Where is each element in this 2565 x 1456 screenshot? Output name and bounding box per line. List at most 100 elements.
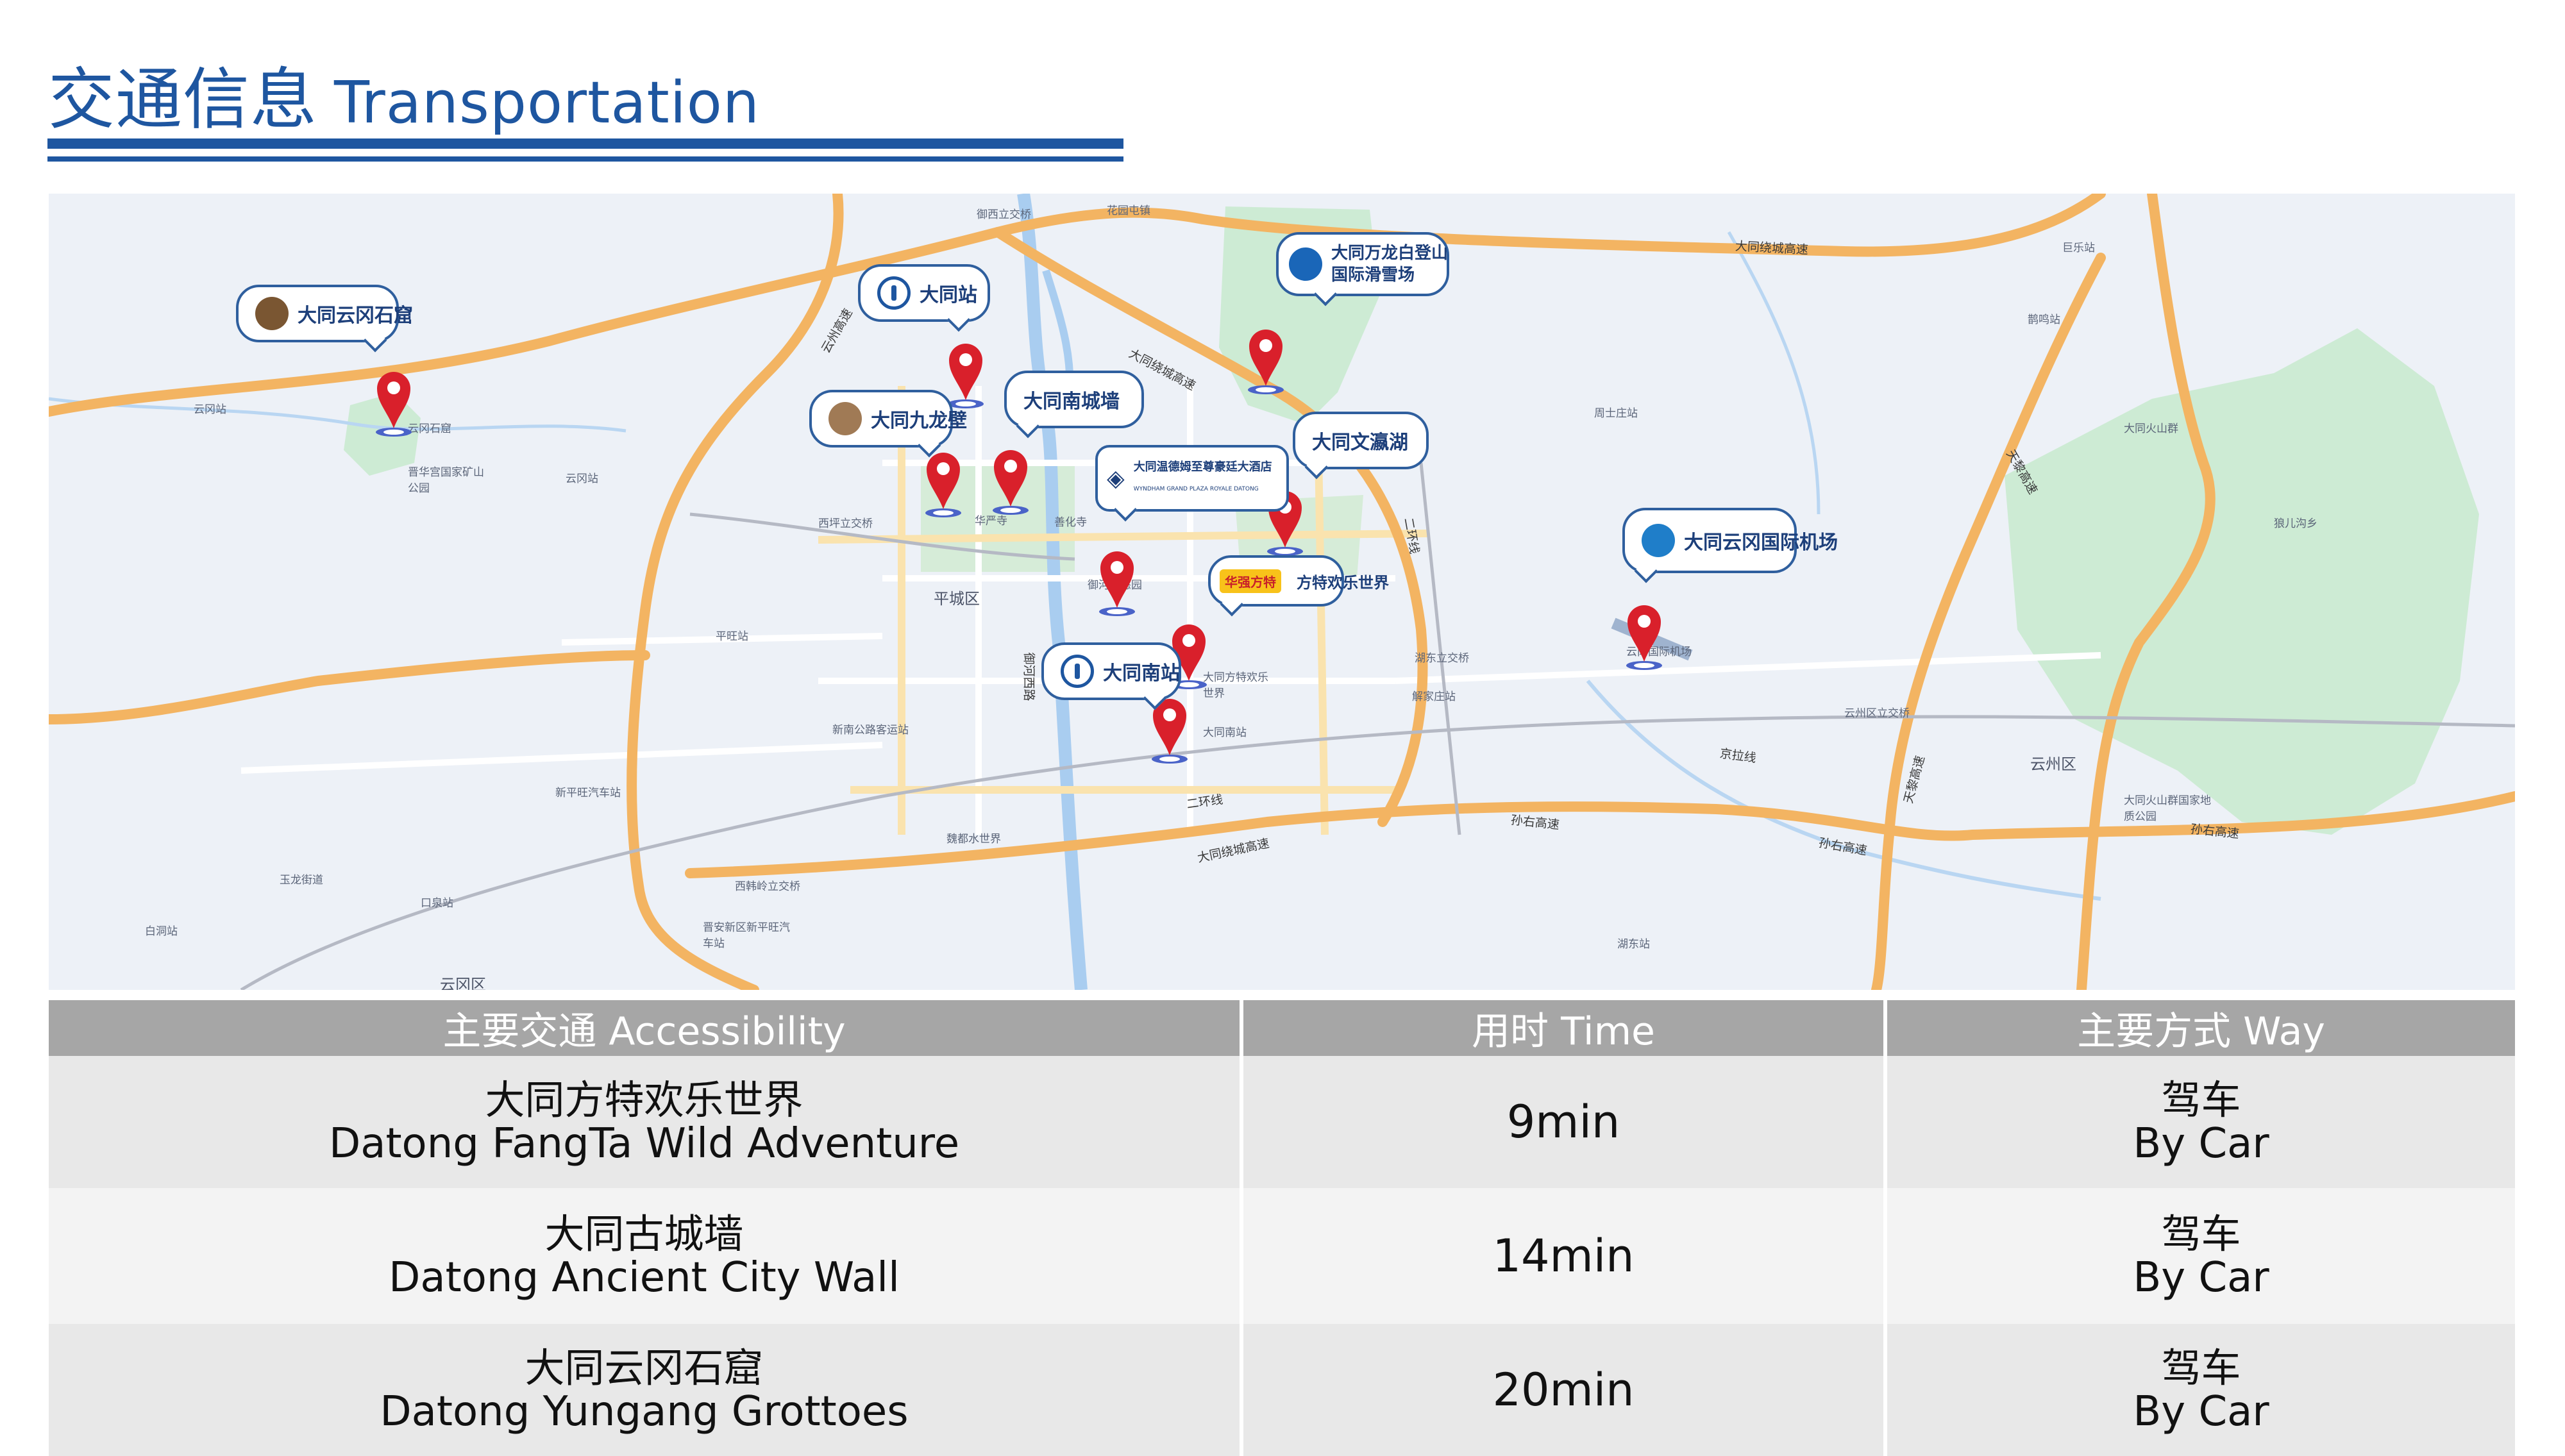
district-label: 云州区: [2030, 755, 2076, 773]
accessibility-table: 主要交通 Accessibility 用时 Time 主要方式 Way 大同方特…: [49, 1000, 2515, 1456]
wall-relief-icon: [828, 402, 862, 435]
place-label: 玉龙街道: [280, 874, 323, 887]
way-en: By Car: [2133, 1254, 2269, 1301]
time-cell: 9min: [1241, 1056, 1887, 1188]
callout-label: 大同南站: [1103, 662, 1180, 685]
map-pin-south-wall[interactable]: [991, 445, 1030, 517]
district-label: 云冈区: [440, 976, 486, 990]
callout-label-line2: WYNDHAM GRAND PLAZA ROYALE DATONG: [1133, 486, 1259, 492]
way-cn: 驾车: [2161, 1076, 2241, 1123]
place-label: 湖东立交桥: [1415, 652, 1469, 665]
district-label: 平城区: [934, 590, 980, 608]
destination-cell: 大同云冈石窟 Datong Yungang Grottoes: [49, 1324, 1243, 1456]
destination-cn: 大同方特欢乐世界: [485, 1076, 803, 1123]
callout-label: 大同文瀛湖: [1312, 431, 1408, 454]
destination-en: Datong Ancient City Wall: [389, 1254, 900, 1301]
callout-south-station[interactable]: 大同南站: [1041, 642, 1181, 710]
title-en: Transportation: [334, 69, 760, 137]
place-label: 云冈石窟: [408, 423, 451, 435]
map-pin-jiulongbi[interactable]: [924, 448, 963, 519]
place-label: 湖东站: [1617, 938, 1650, 951]
destination-cell: 大同古城墙 Datong Ancient City Wall: [49, 1188, 1243, 1324]
callout-label: 大同云冈石窟: [298, 305, 413, 327]
place-label: 白洞站: [145, 925, 178, 938]
callout-wenying-lake[interactable]: 大同文瀛湖: [1293, 412, 1429, 480]
place-label: 晋安新区新平旺汽车站: [703, 921, 790, 950]
way-cell: 驾车 By Car: [1885, 1324, 2515, 1456]
callout-label: 方特欢乐世界: [1297, 573, 1389, 592]
travel-time: 14min: [1492, 1230, 1635, 1282]
table-row: 大同方特欢乐世界 Datong FangTa Wild Adventure 9mi…: [49, 1056, 2515, 1188]
place-label: 大同方特欢乐世界: [1203, 671, 1268, 700]
way-cell: 驾车 By Car: [1885, 1188, 2515, 1324]
callout-airport[interactable]: 大同云冈国际机场: [1622, 508, 1838, 583]
callout-jiulongbi[interactable]: 大同九龙壁: [809, 390, 967, 458]
destination-en: Datong FangTa Wild Adventure: [328, 1120, 960, 1167]
callout-yungang[interactable]: 大同云冈石窟: [236, 285, 413, 353]
callout-south-wall[interactable]: 大同南城墙: [1004, 371, 1144, 439]
callout-label: 大同南城墙: [1023, 390, 1120, 413]
callout-label-line1: 大同万龙白登山: [1331, 244, 1449, 263]
place-label: 鹊鸣站: [2028, 314, 2060, 326]
time-cell: 14min: [1241, 1188, 1887, 1324]
map-pin-yungang[interactable]: [374, 367, 413, 439]
map-pin-airport[interactable]: [1625, 600, 1663, 672]
hotel-logo-icon: ◈: [1107, 465, 1125, 492]
road-label: 御河西路: [1022, 652, 1036, 701]
callout-wanlong-ski[interactable]: 大同万龙白登山 国际滑雪场: [1276, 232, 1449, 306]
table-row: 大同云冈石窟 Datong Yungang Grottoes 20min 驾车 By…: [49, 1324, 2515, 1456]
title-underline-thin: [47, 156, 1123, 162]
place-label: 狼儿沟乡: [2274, 517, 2317, 530]
railway-icon: [1061, 655, 1094, 688]
page-title: 交通信息 Transportation: [48, 45, 760, 142]
destination-cell: 大同方特欢乐世界 Datong FangTa Wild Adventure: [49, 1056, 1243, 1188]
destination-en: Datong Yungang Grottoes: [380, 1388, 909, 1435]
yuhe-river: [1017, 194, 1088, 990]
destination-cn: 大同古城墙: [544, 1210, 744, 1257]
place-label: 云州区立交桥: [1844, 707, 1910, 720]
way-cn: 驾车: [2161, 1210, 2241, 1257]
railway-icon: [877, 276, 911, 310]
place-label: 大同火山群国家地质公园: [2124, 794, 2211, 823]
header-accessibility: 主要交通 Accessibility: [49, 1000, 1243, 1056]
table-header-row: 主要交通 Accessibility 用时 Time 主要方式 Way: [49, 1000, 2515, 1056]
ski-resort-icon: [1289, 247, 1322, 281]
place-label: 晋华宫国家矿山公园: [408, 466, 484, 495]
callout-label: 大同云冈国际机场: [1684, 531, 1838, 554]
place-label: 巨乐站: [2062, 242, 2095, 255]
place-label: 新平旺汽车站: [555, 787, 621, 799]
place-label: 口泉站: [421, 897, 453, 910]
callout-label-line2: 国际滑雪场: [1331, 265, 1415, 285]
callout-datong-station[interactable]: 大同站: [858, 264, 990, 332]
callout-label: 大同九龙壁: [871, 410, 967, 432]
airport-logo-icon: [1642, 524, 1675, 557]
travel-time: 20min: [1492, 1364, 1635, 1416]
place-label: 大同南站: [1203, 726, 1247, 739]
place-label: 花园屯镇: [1107, 205, 1150, 217]
destination-cn: 大同云冈石窟: [525, 1344, 764, 1391]
place-label: 御西立交桥: [977, 208, 1031, 221]
place-label: 魏都水世界: [946, 833, 1001, 846]
place-label: 云冈站: [566, 473, 598, 485]
header-time: 用时 Time: [1241, 1000, 1887, 1056]
way-en: By Car: [2133, 1120, 2269, 1167]
place-label: 西坪立交桥: [818, 517, 873, 530]
callout-label: 大同站: [920, 284, 977, 306]
place-label: 周士庄站: [1594, 407, 1638, 420]
header-way: 主要方式 Way: [1885, 1000, 2515, 1056]
fangte-logo-icon: 华强方特: [1220, 569, 1281, 593]
callout-fangte[interactable]: 华强方特 方特欢乐世界: [1208, 555, 1389, 617]
place-label: 云冈站: [194, 403, 226, 416]
way-en: By Car: [2133, 1388, 2269, 1435]
place-label: 大同火山群: [2124, 423, 2178, 435]
way-cn: 驾车: [2161, 1344, 2241, 1391]
way-cell: 驾车 By Car: [1885, 1056, 2515, 1188]
place-label: 平旺站: [716, 630, 748, 643]
map-pin-hotel[interactable]: [1098, 546, 1136, 618]
location-map[interactable]: 御西立交桥 花园屯镇 云冈石窟 云冈站 晋华宫国家矿山公园 云冈站 善化寺 华严…: [49, 194, 2515, 990]
place-label: 善化寺: [1054, 516, 1087, 529]
map-pin-datong-station[interactable]: [946, 339, 985, 410]
map-pin-wanlong-ski[interactable]: [1247, 324, 1285, 396]
callout-hotel[interactable]: ◈ 大同温德姆至尊豪廷大酒店 WYNDHAM GRAND PLAZA ROYALE…: [1095, 445, 1289, 522]
place-label: 新南公路客运站: [832, 724, 909, 737]
